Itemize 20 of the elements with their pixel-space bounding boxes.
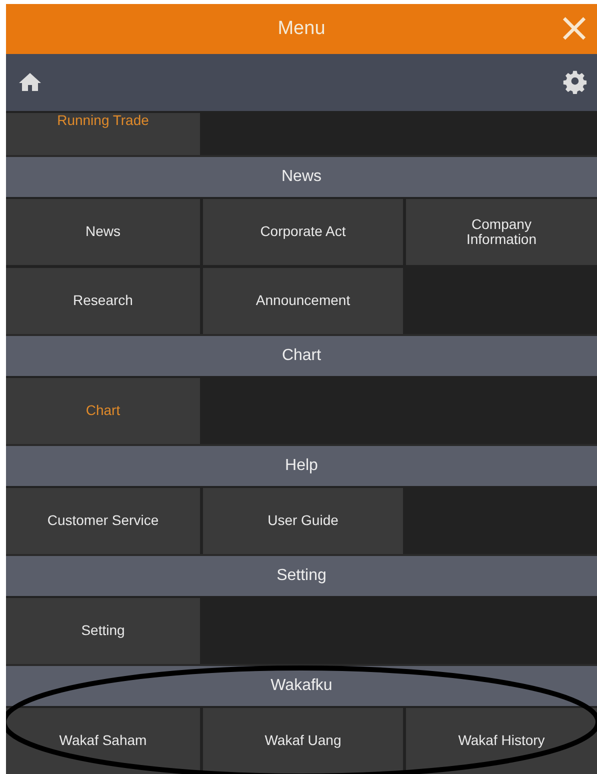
menu-item[interactable]: Wakaf Saham (6, 708, 200, 774)
menu-item[interactable]: User Guide (203, 488, 403, 554)
menu-item[interactable]: News (6, 199, 200, 265)
menu-item[interactable]: Company Information (406, 199, 597, 265)
section-header: Setting (6, 554, 597, 596)
section-header: News (6, 155, 597, 197)
menu-item[interactable]: Running Trade (6, 113, 200, 155)
menu-item[interactable]: Research (6, 268, 200, 334)
menu-item[interactable]: Customer Service (6, 488, 200, 554)
menu-item[interactable]: Corporate Act (203, 199, 403, 265)
menu-item[interactable]: Setting (6, 598, 200, 664)
menu-item[interactable]: Wakaf Uang (203, 708, 403, 774)
menu-title: Menu (278, 18, 326, 40)
section-header: Chart (6, 334, 597, 376)
menu-item[interactable]: Announcement (203, 268, 403, 334)
section-header: Help (6, 444, 597, 486)
menu-item[interactable]: Chart (6, 378, 200, 444)
menu-item[interactable]: Wakaf History (406, 708, 597, 774)
settings-icon[interactable] (563, 70, 587, 94)
home-icon[interactable] (18, 72, 42, 92)
